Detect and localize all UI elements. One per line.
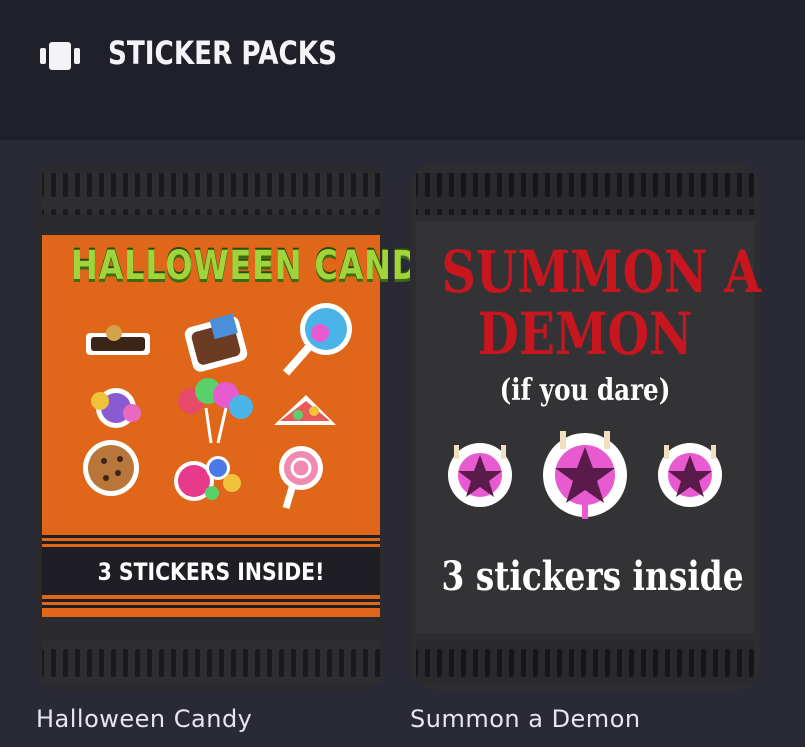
- header: STICKER PACKS: [0, 0, 805, 140]
- pack-art-subtitle: (if you dare): [499, 373, 671, 408]
- pack-card-halloween-candy[interactable]: HALLOWEEN CANDY 3 STICKERS INSIDE! Hallo…: [36, 163, 441, 733]
- pack-name[interactable]: Halloween Candy: [36, 705, 252, 733]
- pack-art-tagline: 3 STICKERS INSIDE!: [97, 558, 325, 586]
- page-title: STICKER PACKS: [108, 34, 338, 72]
- sticker-packs-icon: [40, 42, 80, 70]
- pentagram-candles-icon: [448, 443, 512, 507]
- cookie-icon: [83, 440, 139, 496]
- pack-image-halloween-candy[interactable]: HALLOWEEN CANDY 3 STICKERS INSIDE!: [36, 163, 441, 690]
- pack-image-summon-a-demon[interactable]: SUMMON A DEMON (if you dare) 3 stickers …: [410, 163, 761, 690]
- pack-card-summon-a-demon[interactable]: SUMMON A DEMON (if you dare) 3 stickers …: [410, 163, 761, 733]
- pentagram-candles-icon: [658, 443, 722, 507]
- pack-name[interactable]: Summon a Demon: [410, 705, 641, 733]
- pack-art-tagline: 3 stickers inside: [441, 553, 744, 600]
- pack-art-title: HALLOWEEN CANDY: [71, 243, 441, 289]
- pack-art-title-line2: DEMON: [477, 300, 693, 368]
- pack-art-title-line1: SUMMON A: [441, 238, 761, 306]
